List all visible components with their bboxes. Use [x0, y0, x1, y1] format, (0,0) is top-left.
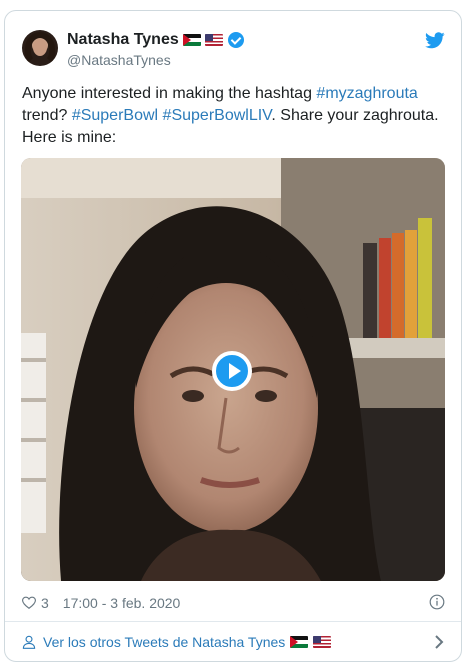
hashtag-link[interactable]: #myzaghrouta [316, 85, 417, 102]
name-row: Natasha Tynes [67, 30, 244, 50]
chevron-right-icon[interactable] [433, 635, 445, 649]
more-tweets-label[interactable]: Ver los otros Tweets de Natasha Tynes [43, 634, 285, 650]
more-tweets-link[interactable]: Ver los otros Tweets de Natasha Tynes [22, 630, 445, 654]
tweet-text-part: Anyone interested in making the hashtag [22, 85, 317, 102]
heart-icon[interactable] [22, 596, 36, 610]
avatar-face [33, 39, 47, 56]
tweet-header: Natasha Tynes @NatashaTynes [22, 30, 445, 70]
tweet-card: Natasha Tynes @NatashaTynes Anyone inter… [4, 10, 462, 662]
verified-badge-icon [227, 32, 244, 48]
twitter-bird-icon[interactable] [425, 32, 445, 49]
avatar[interactable] [22, 30, 58, 66]
like-count[interactable]: 3 [41, 595, 49, 611]
us-flag-icon [313, 636, 332, 648]
us-flag-icon [204, 34, 223, 46]
tweet-meta: 3 17:00 - 3 feb. 2020 [22, 593, 445, 613]
person-icon [22, 635, 36, 649]
video-thumbnail[interactable] [21, 158, 445, 581]
author-handle[interactable]: @NatashaTynes [67, 52, 244, 68]
jordan-flag-icon [290, 636, 309, 648]
author-block: Natasha Tynes @NatashaTynes [67, 30, 244, 68]
divider [5, 621, 461, 622]
play-icon[interactable] [212, 351, 252, 391]
author-display-name[interactable]: Natasha Tynes [67, 31, 179, 49]
tweet-text: Anyone interested in making the hashtag … [22, 83, 447, 149]
info-icon[interactable] [429, 594, 445, 610]
hashtag-link[interactable]: #SuperBowlLIV [163, 107, 272, 124]
hashtag-link[interactable]: #SuperBowl [72, 107, 158, 124]
jordan-flag-icon [182, 34, 201, 46]
tweet-timestamp[interactable]: 17:00 - 3 feb. 2020 [63, 595, 181, 611]
tweet-text-part: trend? [22, 107, 72, 124]
